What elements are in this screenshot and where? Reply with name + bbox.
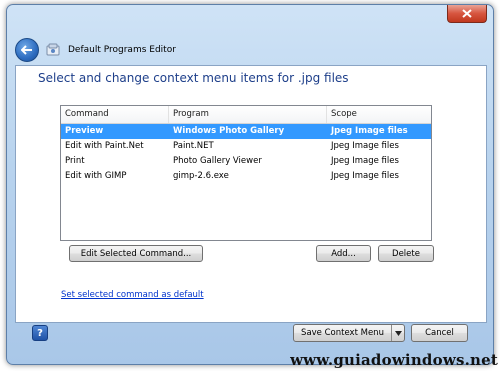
save-context-menu-label[interactable]: Save Context Menu: [294, 325, 392, 341]
column-header-scope[interactable]: Scope: [327, 106, 431, 123]
add-button[interactable]: Add...: [316, 245, 371, 262]
edit-selected-command-button[interactable]: Edit Selected Command...: [69, 245, 203, 262]
list-row[interactable]: Edit with GIMP gimp-2.6.exe Jpeg Image f…: [61, 169, 431, 184]
cell-program: Paint.NET: [173, 141, 214, 151]
column-header-command[interactable]: Command: [61, 106, 169, 123]
context-menu-list[interactable]: Command Program Scope Preview Windows Ph…: [60, 105, 432, 241]
back-arrow-icon: [21, 45, 32, 55]
delete-button[interactable]: Delete: [378, 245, 434, 262]
cell-program: Windows Photo Gallery: [173, 126, 285, 136]
list-row[interactable]: Print Photo Gallery Viewer Jpeg Image fi…: [61, 154, 431, 169]
list-row[interactable]: Edit with Paint.Net Paint.NET Jpeg Image…: [61, 139, 431, 154]
cell-scope: Jpeg Image files: [331, 126, 408, 136]
cancel-button[interactable]: Cancel: [411, 324, 468, 342]
cell-command: Print: [65, 156, 85, 166]
cell-program: Photo Gallery Viewer: [173, 156, 262, 166]
save-options-dropdown[interactable]: [392, 325, 404, 341]
cell-scope: Jpeg Image files: [331, 171, 399, 181]
close-button[interactable]: [447, 5, 487, 23]
cell-program: gimp-2.6.exe: [173, 171, 229, 181]
watermark-text: www.guiadowindows.net: [290, 351, 498, 369]
list-row[interactable]: Preview Windows Photo Gallery Jpeg Image…: [61, 124, 431, 139]
window-title: Default Programs Editor: [68, 45, 176, 55]
cell-command: Edit with Paint.Net: [65, 141, 144, 151]
list-header: Command Program Scope: [61, 106, 431, 124]
chevron-down-icon: [394, 330, 402, 336]
set-default-link[interactable]: Set selected command as default: [61, 290, 204, 300]
save-context-menu-button[interactable]: Save Context Menu: [293, 324, 405, 342]
column-header-program[interactable]: Program: [169, 106, 327, 123]
help-icon: ?: [37, 328, 43, 339]
page-heading: Select and change context menu items for…: [38, 71, 349, 85]
back-button[interactable]: [15, 38, 39, 62]
title-bar: Default Programs Editor: [15, 38, 485, 62]
cell-scope: Jpeg Image files: [331, 156, 399, 166]
help-button[interactable]: ?: [32, 325, 48, 341]
close-icon: [462, 9, 472, 18]
programs-editor-icon: [46, 43, 60, 56]
cell-command: Preview: [65, 126, 104, 136]
cell-command: Edit with GIMP: [65, 171, 127, 181]
cell-scope: Jpeg Image files: [331, 141, 399, 151]
